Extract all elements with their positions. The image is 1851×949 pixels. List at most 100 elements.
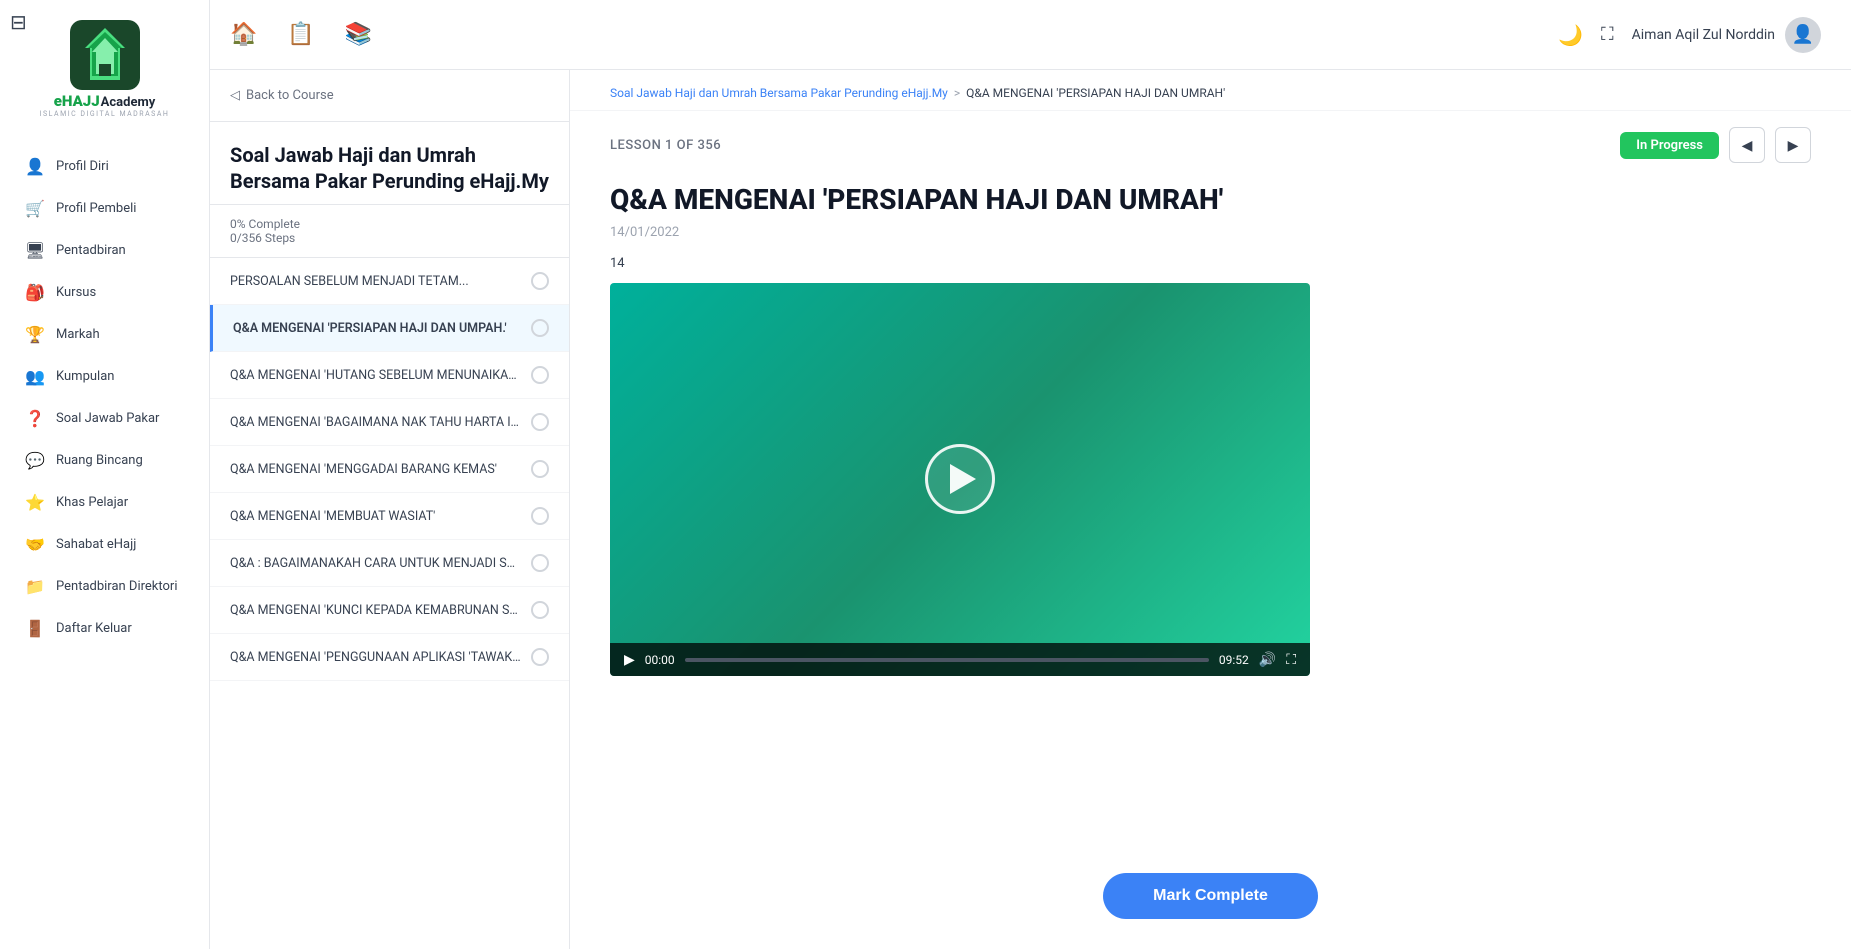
lesson-title: Q&A MENGENAI 'PERSIAPAN HAJI DAN UMRAH' <box>610 183 1811 217</box>
user-avatar: 👤 <box>1785 17 1821 53</box>
lesson-item-title: Q&A MENGENAI 'MENGGADAI BARANG KEMAS' <box>230 462 521 477</box>
sidebar-label-5: Kumpulan <box>56 369 114 384</box>
lesson-item-title: Q&A MENGENAI 'MEMBUAT WASIAT' <box>230 509 521 524</box>
sidebar-icon-7: 💬 <box>24 449 46 471</box>
lesson-check-icon <box>531 366 549 384</box>
user-name: Aiman Aqil Zul Norddin <box>1632 27 1775 43</box>
mark-complete-area: Mark Complete <box>570 853 1851 949</box>
logo: eHAJJ Academy ISLAMIC DIGITAL MADRASAH <box>40 10 170 128</box>
sidebar-icon-4: 🏆 <box>24 323 46 345</box>
sidebar: eHAJJ Academy ISLAMIC DIGITAL MADRASAH 👤… <box>0 0 210 949</box>
briefcase-icon[interactable]: 📋 <box>287 22 314 47</box>
sidebar-label-1: Profil Pembeli <box>56 201 136 216</box>
lesson-item-title: Q&A MENGENAI 'KUNCI KEPADA KEMABRUNAN SE… <box>230 603 521 618</box>
back-to-course-label: Back to Course <box>246 88 334 103</box>
breadcrumb-course-link[interactable]: Soal Jawab Haji dan Umrah Bersama Pakar … <box>610 86 948 100</box>
toggle-sidebar-button[interactable]: ⊟ <box>10 10 27 34</box>
course-panel: ◁ Back to Course Soal Jawab Haji dan Umr… <box>210 70 570 949</box>
lesson-item[interactable]: Q&A MENGENAI 'PENGGUNAAN APLIKASI 'TAWAK… <box>210 634 569 681</box>
sidebar-item-daftar-keluar[interactable]: 🚪 Daftar Keluar <box>10 608 199 648</box>
sidebar-item-soal-jawab-pakar[interactable]: ❓ Soal Jawab Pakar <box>10 398 199 438</box>
sidebar-label-8: Khas Pelajar <box>56 495 128 510</box>
sidebar-label-6: Soal Jawab Pakar <box>56 411 159 426</box>
lesson-number: LESSON 1 OF 356 <box>610 138 721 153</box>
sidebar-label-11: Daftar Keluar <box>56 621 132 636</box>
video-play-pause-button[interactable]: ▶ <box>624 651 635 668</box>
sidebar-icon-5: 👥 <box>24 365 46 387</box>
course-lessons: PERSOALAN SEBELUM MENJADI TETAM... Q&A M… <box>210 258 569 949</box>
lesson-item[interactable]: Q&A MENGENAI 'MENGGADAI BARANG KEMAS' <box>210 446 569 493</box>
lesson-item-title: Q&A MENGENAI 'HUTANG SEBELUM MENUNAIKAN … <box>230 368 521 383</box>
logo-icon <box>70 20 140 90</box>
next-lesson-button[interactable]: ▶ <box>1775 127 1811 163</box>
content-area: Soal Jawab Haji dan Umrah Bersama Pakar … <box>570 70 1851 949</box>
prev-lesson-button[interactable]: ◀ <box>1729 127 1765 163</box>
logo-subtitle: ISLAMIC DIGITAL MADRASAH <box>40 110 170 118</box>
sidebar-icon-1: 🛒 <box>24 197 46 219</box>
progress-percent: 0% Complete <box>230 217 549 231</box>
lesson-check-icon <box>531 507 549 525</box>
sidebar-item-kursus[interactable]: 🎒 Kursus <box>10 272 199 312</box>
sidebar-item-ruang-bincang[interactable]: 💬 Ruang Bincang <box>10 440 199 480</box>
sidebar-item-khas-pelajar[interactable]: ⭐ Khas Pelajar <box>10 482 199 522</box>
sidebar-icon-0: 👤 <box>24 155 46 177</box>
sidebar-icon-9: 🤝 <box>24 533 46 555</box>
mark-complete-button[interactable]: Mark Complete <box>1103 873 1318 919</box>
sidebar-label-3: Kursus <box>56 285 96 300</box>
home-icon[interactable]: 🏠 <box>230 22 257 47</box>
sidebar-item-profil-diri[interactable]: 👤 Profil Diri <box>10 146 199 186</box>
video-controls: ▶ 00:00 09:52 🔊 ⛶ <box>610 643 1310 676</box>
sidebar-item-markah[interactable]: 🏆 Markah <box>10 314 199 354</box>
lesson-item[interactable]: Q&A MENGENAI 'KUNCI KEPADA KEMABRUNAN SE… <box>210 587 569 634</box>
breadcrumb-current: Q&A MENGENAI 'PERSIAPAN HAJI DAN UMRAH' <box>966 86 1225 100</box>
lesson-item-title: Q&A MENGENAI 'PENGGUNAAN APLIKASI 'TAWAK… <box>230 650 521 665</box>
sidebar-item-profil-pembeli[interactable]: 🛒 Profil Pembeli <box>10 188 199 228</box>
lesson-item[interactable]: Q&A MENGENAI 'BAGAIMANA NAK TAHU HARTA I… <box>210 399 569 446</box>
lesson-item-title: PERSOALAN SEBELUM MENJADI TETAM... <box>230 274 521 289</box>
video-end-time: 09:52 <box>1219 653 1249 667</box>
lesson-date: 14/01/2022 <box>610 225 1811 240</box>
progress-steps: 0/356 Steps <box>230 231 549 245</box>
sidebar-label-10: Pentadbiran Direktori <box>56 579 178 594</box>
sidebar-item-pentadbiran[interactable]: 🖥 Pentadbiran <box>10 230 199 270</box>
video-progress-bar[interactable] <box>685 658 1209 662</box>
top-bar-icons: 🏠 📋 📚 <box>230 22 372 47</box>
volume-icon[interactable]: 🔊 <box>1259 652 1276 668</box>
user-menu[interactable]: Aiman Aqil Zul Norddin 👤 <box>1632 17 1821 53</box>
sidebar-icon-10: 📁 <box>24 575 46 597</box>
expand-btn[interactable]: ⛶ <box>1601 24 1614 45</box>
sidebar-item-pentadbiran-direktori[interactable]: 📁 Pentadbiran Direktori <box>10 566 199 606</box>
top-bar-right: 🌙 ⛶ Aiman Aqil Zul Norddin 👤 <box>1558 17 1821 53</box>
book-icon[interactable]: 📚 <box>345 22 372 47</box>
lesson-item[interactable]: Q&A : BAGAIMANAKAH CARA UNTUK MENJADI SE… <box>210 540 569 587</box>
sidebar-item-sahabat-ehajj[interactable]: 🤝 Sahabat eHajj <box>10 524 199 564</box>
back-to-course-button[interactable]: ◁ Back to Course <box>210 70 569 122</box>
lesson-check-icon <box>531 272 549 290</box>
sidebar-icon-6: ❓ <box>24 407 46 429</box>
sidebar-icon-3: 🎒 <box>24 281 46 303</box>
main-area: ◁ Back to Course Soal Jawab Haji dan Umr… <box>210 70 1851 949</box>
fullscreen-icon[interactable]: ⛶ <box>1286 652 1296 668</box>
video-player[interactable]: ▶ 00:00 09:52 🔊 ⛶ <box>610 283 1310 677</box>
course-title: Soal Jawab Haji dan Umrah Bersama Pakar … <box>210 122 569 205</box>
lesson-check-icon <box>531 554 549 572</box>
theme-toggle[interactable]: 🌙 <box>1558 23 1583 47</box>
lesson-check-icon <box>531 413 549 431</box>
sidebar-icon-8: ⭐ <box>24 491 46 513</box>
breadcrumb: Soal Jawab Haji dan Umrah Bersama Pakar … <box>570 70 1851 111</box>
play-button[interactable] <box>925 444 995 514</box>
lesson-nav: In Progress ◀ ▶ <box>1620 127 1811 163</box>
lesson-item[interactable]: Q&A MENGENAI 'HUTANG SEBELUM MENUNAIKAN … <box>210 352 569 399</box>
top-bar: 🏠 📋 📚 🌙 ⛶ Aiman Aqil Zul Norddin 👤 <box>210 0 1851 70</box>
sidebar-label-4: Markah <box>56 327 100 342</box>
sidebar-item-kumpulan[interactable]: 👥 Kumpulan <box>10 356 199 396</box>
lesson-item[interactable]: Q&A MENGENAI 'MEMBUAT WASIAT' <box>210 493 569 540</box>
breadcrumb-separator: > <box>954 86 960 100</box>
lesson-item-title: Q&A : BAGAIMANAKAH CARA UNTUK MENJADI SE… <box>230 556 521 571</box>
lesson-item[interactable]: Q&A MENGENAI 'PERSIAPAN HAJI DAN UMPAH.' <box>210 305 569 352</box>
lesson-check-icon <box>531 319 549 337</box>
lesson-item-title: Q&A MENGENAI 'PERSIAPAN HAJI DAN UMPAH.' <box>233 321 521 336</box>
sidebar-icon-11: 🚪 <box>24 617 46 639</box>
lesson-item[interactable]: PERSOALAN SEBELUM MENJADI TETAM... <box>210 258 569 305</box>
in-progress-badge: In Progress <box>1620 132 1719 159</box>
